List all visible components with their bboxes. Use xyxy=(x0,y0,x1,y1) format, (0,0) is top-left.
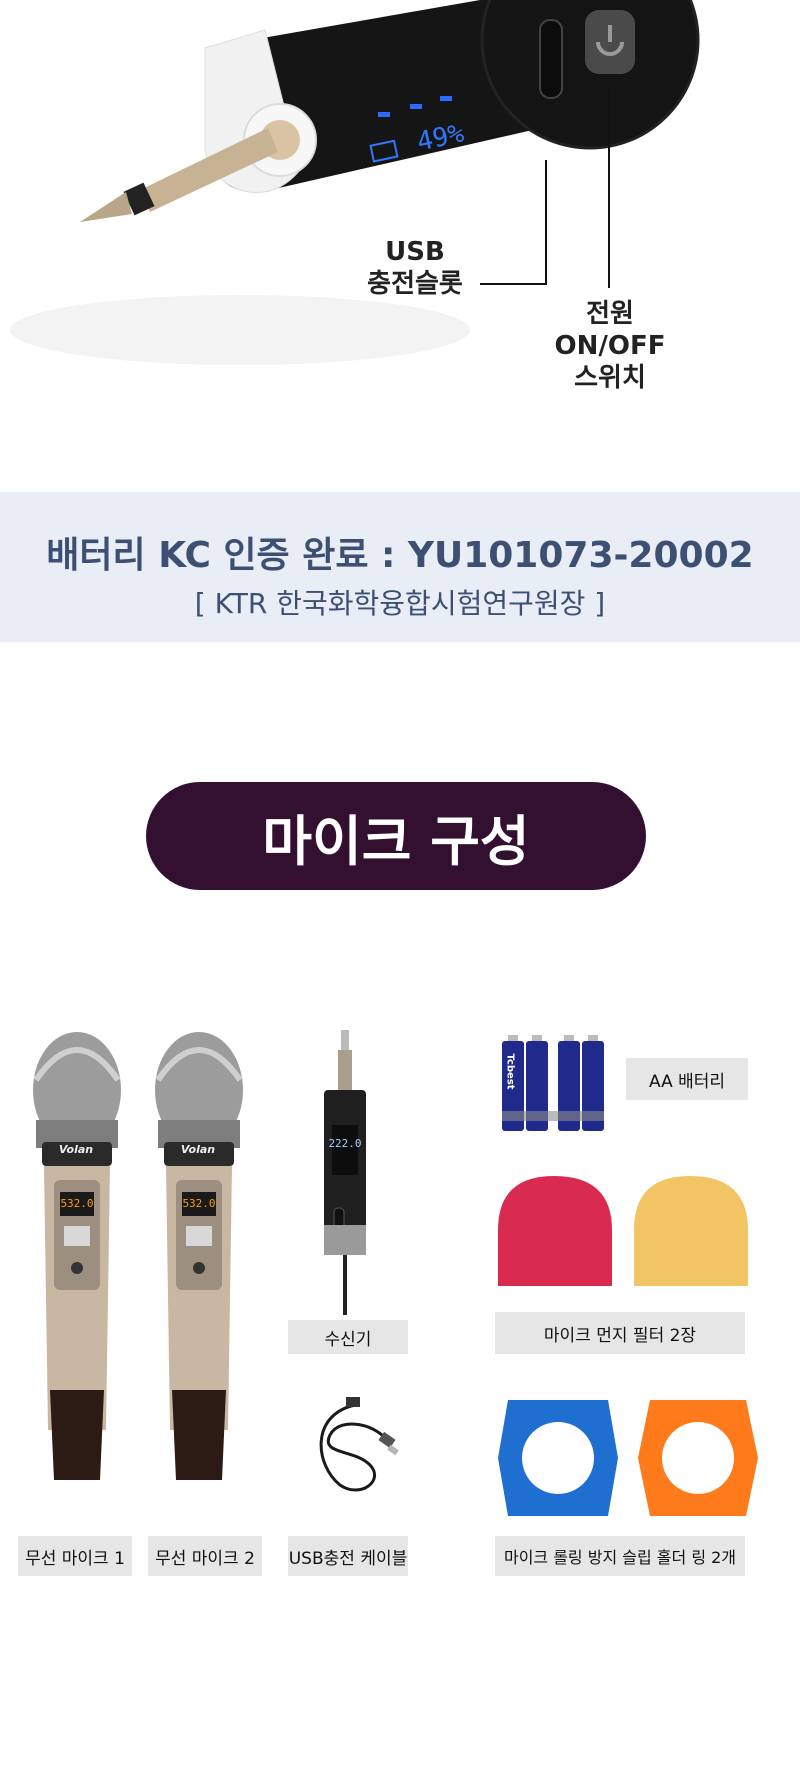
components-heading: 마이크 구성 xyxy=(146,782,646,890)
aa-batteries-image xyxy=(502,1035,604,1131)
label-usb-cable: USB충전 케이블 xyxy=(288,1536,408,1576)
certification-title: 배터리 KC 인증 완료 : YU101073-20002 xyxy=(46,535,754,576)
receiver-closeup-illustration xyxy=(10,0,700,365)
power-callout-line xyxy=(608,88,610,288)
label-aa-battery: AA 배터리 xyxy=(626,1058,748,1100)
mic-1-brand: Volan xyxy=(58,1143,94,1156)
mic-1-display: 532.0 xyxy=(60,1197,94,1210)
components-heading-text: 마이크 구성 xyxy=(262,809,530,873)
usb-slot-callout: USB 충전슬롯 xyxy=(367,237,463,299)
label-dust-filter: 마이크 먼지 필터 2장 xyxy=(495,1312,745,1354)
certification-band: 배터리 KC 인증 완료 : YU101073-20002 [ KTR 한국화학… xyxy=(0,492,800,642)
top-product-area: 49% USB 충전슬롯 전원 ON/OFF 스위치 xyxy=(0,0,800,420)
label-wireless-mic-1: 무선 마이크 1 xyxy=(18,1536,132,1576)
receiver-image xyxy=(324,1030,366,1315)
mic-2-brand: Volan xyxy=(180,1143,216,1156)
anti-rolling-rings-image xyxy=(498,1400,758,1516)
wireless-mic-1-image xyxy=(33,1032,121,1480)
battery-icon xyxy=(369,139,399,163)
usb-callout-line-h xyxy=(480,283,547,285)
mic-2-display: 532.0 xyxy=(182,1197,216,1210)
label-receiver: 수신기 xyxy=(288,1320,408,1354)
label-wireless-mic-2: 무선 마이크 2 xyxy=(148,1536,262,1576)
usb-cable-image xyxy=(319,1397,399,1492)
usb-callout-line-v xyxy=(545,160,547,285)
power-switch-callout: 전원 ON/OFF 스위치 xyxy=(554,299,666,393)
receiver-display: 222.0 xyxy=(328,1137,362,1150)
wireless-mic-2-image xyxy=(155,1032,243,1480)
certification-subtitle: [ KTR 한국화학융합시험연구원장 ] xyxy=(194,587,606,620)
label-anti-rolling-ring: 마이크 롤링 방지 슬립 홀더 링 2개 xyxy=(495,1536,745,1576)
battery-brand: Tcbest xyxy=(504,1053,516,1090)
mic-dust-filters-image xyxy=(498,1176,748,1286)
